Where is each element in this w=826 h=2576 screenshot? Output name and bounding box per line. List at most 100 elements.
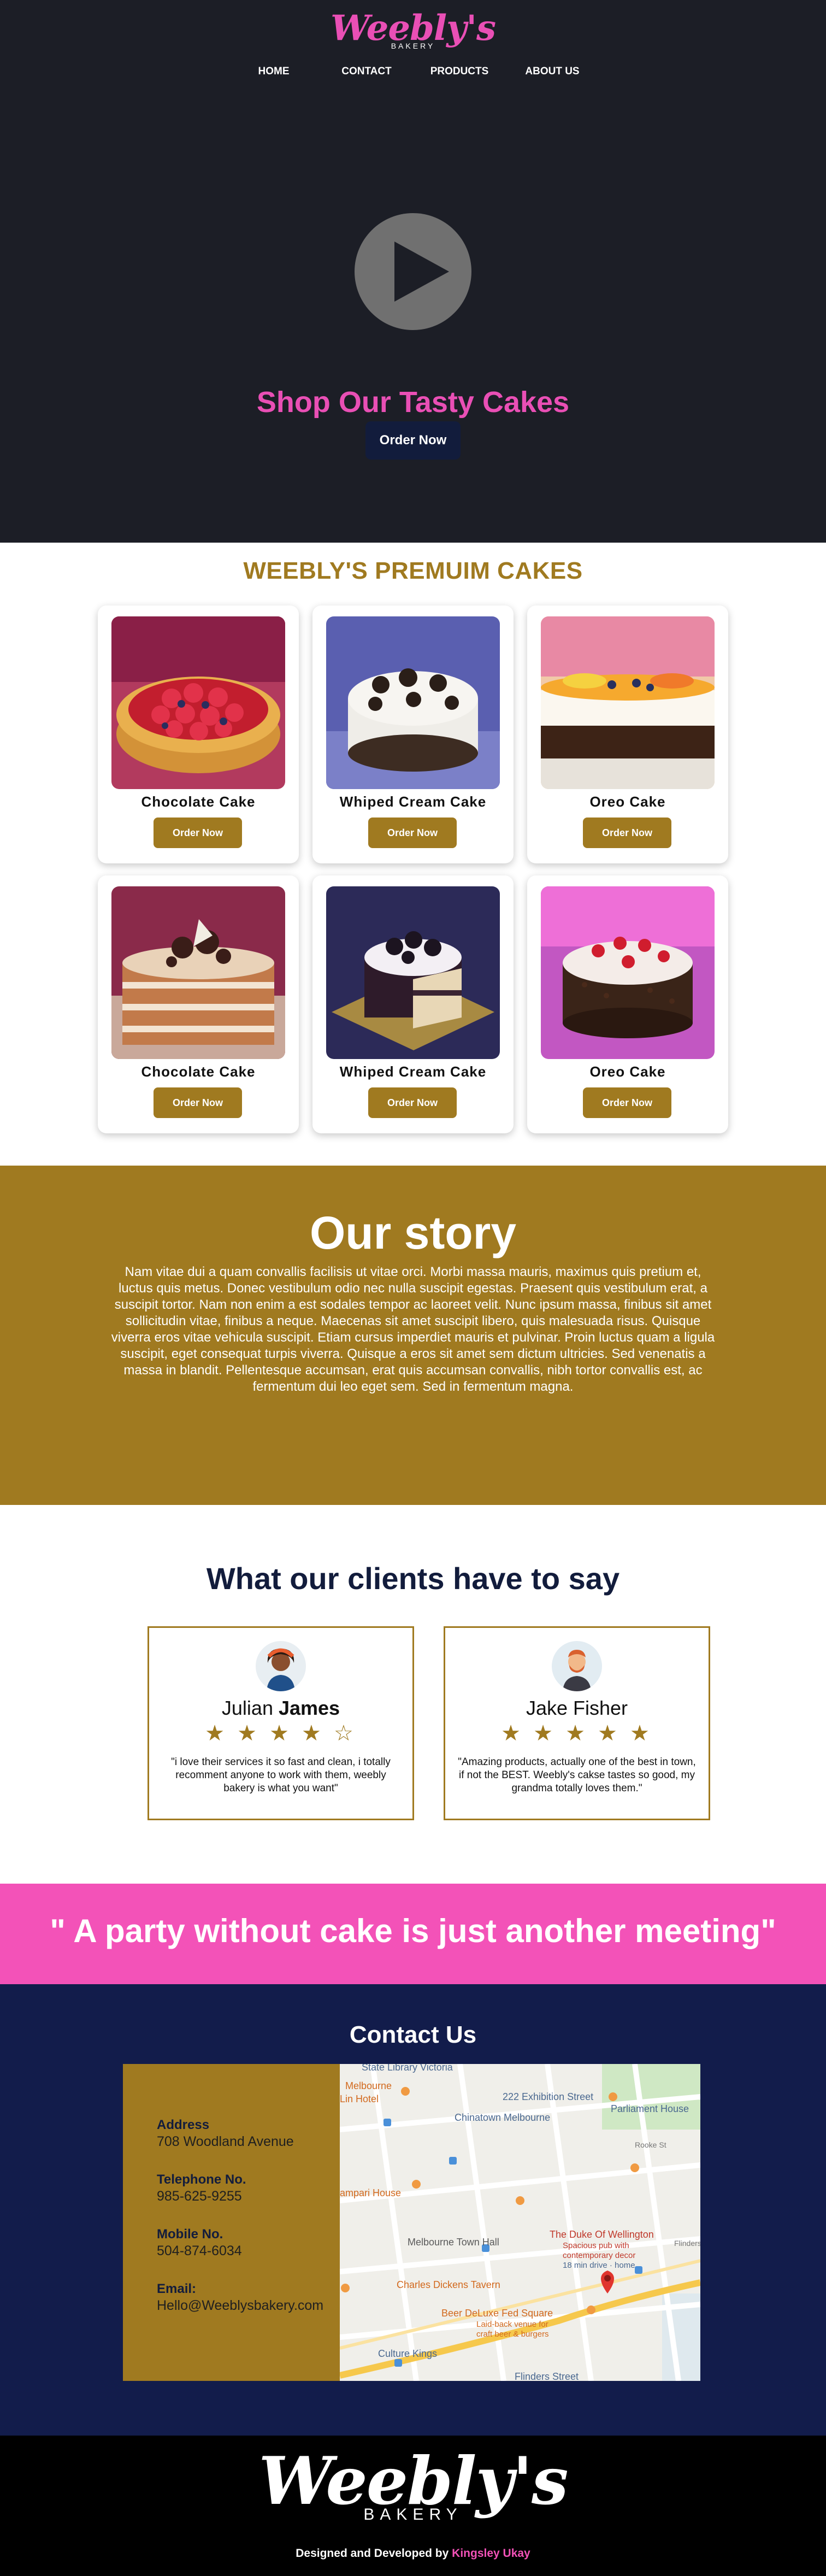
- map-label: craft beer & burgers: [476, 2330, 549, 2339]
- hero-section: Weebly's BAKERY HOME CONTACT PRODUCTS AB…: [0, 0, 826, 543]
- cake-name: Oreo Cake: [589, 793, 666, 810]
- map-label: Melbourne Town Hall: [408, 2237, 499, 2248]
- map-label: State Library Victoria: [362, 2064, 453, 2073]
- header-logo[interactable]: Weebly's BAKERY: [0, 10, 826, 51]
- map-label: Culture Kings: [378, 2348, 438, 2359]
- footer: Weebly's BAKERY Designed and Developed b…: [0, 2436, 826, 2576]
- cake-card: Oreo Cake Order Now: [527, 605, 728, 863]
- cake-image[interactable]: [111, 616, 285, 789]
- footer-logo-sub: BAKERY: [363, 2506, 463, 2524]
- testimonial-quote: "i love their services it so fast and cl…: [171, 1756, 391, 1794]
- cake-name: Whiped Cream Cake: [339, 1063, 487, 1080]
- address-value: 708 Woodland Avenue: [157, 2134, 294, 2149]
- testimonial-card: Julian James ★ ★ ★ ★ ☆ "i love their ser…: [148, 1626, 414, 1820]
- map-label: contemporary decor: [563, 2251, 636, 2260]
- cake-card: Chocolate Cake Order Now: [98, 875, 299, 1133]
- cake-order-now-button[interactable]: Order Now: [154, 1087, 242, 1118]
- credit-prefix: Designed and Developed by: [296, 2547, 449, 2560]
- location-map[interactable]: State Library Victoria Melbourne Lin Hot…: [340, 2064, 700, 2381]
- cake-name: Chocolate Cake: [141, 793, 256, 810]
- cakes-section: WEEBLY'S PREMUIM CAKES Chocolate Cake Or…: [0, 543, 826, 1166]
- map-label: 18 min drive · home: [563, 2261, 635, 2270]
- main-nav: HOME CONTACT PRODUCTS ABOUT US: [0, 66, 826, 78]
- credit-author[interactable]: Kingsley Ukay: [452, 2547, 530, 2560]
- nav-contact[interactable]: CONTACT: [320, 66, 413, 78]
- mobile-value[interactable]: 504-874-6034: [157, 2243, 242, 2259]
- nav-about-us[interactable]: ABOUT US: [506, 66, 599, 78]
- testimonials-section: What our clients have to say Julian Jame…: [0, 1505, 826, 1884]
- cake-card: Whiped Cream Cake Order Now: [312, 605, 514, 863]
- testimonial-name: Julian James: [149, 1697, 412, 1720]
- our-story-section: Our story Nam vitae dui a quam convallis…: [0, 1166, 826, 1505]
- testimonial-card: Jake Fisher ★ ★ ★ ★ ★ "Amazing products,…: [444, 1626, 710, 1820]
- cake-order-now-button[interactable]: Order Now: [368, 818, 457, 848]
- play-video-button[interactable]: [355, 213, 471, 330]
- email-label: Email:: [157, 2281, 197, 2296]
- story-text: Nam vitae dui a quam convallis facilisis…: [111, 1265, 715, 1394]
- cake-name: Chocolate Cake: [141, 1063, 256, 1080]
- map-label: Chinatown Melbourne: [455, 2112, 551, 2123]
- testimonial-quote: "Amazing products, actually one of the b…: [458, 1756, 696, 1794]
- telephone-label: Telephone No.: [157, 2172, 246, 2187]
- map-label: Spacious pub with: [563, 2241, 629, 2250]
- telephone-value[interactable]: 985-625-9255: [157, 2189, 246, 2204]
- cake-image[interactable]: [326, 616, 500, 789]
- contact-section: Contact Us Address 708 Woodland Avenue T…: [0, 1984, 826, 2436]
- map-label: Rooke St: [635, 2140, 666, 2149]
- contact-email: Email: Hello@Weeblysbakery.com: [157, 2281, 323, 2314]
- hero-title: Shop Our Tasty Cakes: [256, 386, 570, 419]
- cake-name: Whiped Cream Cake: [339, 793, 487, 810]
- testimonial-last-name: James: [278, 1697, 340, 1719]
- nav-home[interactable]: HOME: [227, 66, 320, 78]
- cake-order-now-button[interactable]: Order Now: [583, 1087, 671, 1118]
- cake-order-now-button[interactable]: Order Now: [154, 818, 242, 848]
- testimonial-last-name: Fisher: [573, 1697, 628, 1719]
- map-label: 222 Exhibition Street: [503, 2091, 594, 2102]
- cakes-section-title: WEEBLY'S PREMUIM CAKES: [243, 557, 583, 584]
- contact-title: Contact Us: [349, 2021, 477, 2048]
- testimonial-name: Jake Fisher: [445, 1697, 709, 1720]
- avatar: [552, 1641, 602, 1691]
- map-label: ampari House: [340, 2187, 402, 2198]
- avatar: [256, 1641, 306, 1691]
- map-label: Beer DeLuxe Fed Square: [441, 2308, 553, 2319]
- testimonials-title: What our clients have to say: [206, 1561, 620, 1596]
- cake-card: Oreo Cake Order Now: [527, 875, 728, 1133]
- play-icon: [394, 242, 449, 302]
- nav-products[interactable]: PRODUCTS: [413, 66, 506, 78]
- contact-telephone: Telephone No. 985-625-9255: [157, 2172, 246, 2204]
- cake-name: Oreo Cake: [589, 1063, 666, 1080]
- cake-order-now-button[interactable]: Order Now: [583, 818, 671, 848]
- map-label: Parliament House: [611, 2103, 689, 2114]
- address-label: Address: [157, 2118, 210, 2132]
- quote-text: " A party without cake is just another m…: [50, 1913, 776, 1949]
- testimonial-first-name: Jake: [526, 1697, 568, 1719]
- quote-banner: " A party without cake is just another m…: [0, 1884, 826, 1984]
- contact-info-panel: Address 708 Woodland Avenue Telephone No…: [123, 2064, 340, 2381]
- cake-image[interactable]: [326, 886, 500, 1059]
- cake-card: Whiped Cream Cake Order Now: [312, 875, 514, 1133]
- cake-image[interactable]: [541, 886, 715, 1059]
- logo-sub-text: BAKERY: [391, 42, 435, 50]
- footer-logo[interactable]: Weebly's BAKERY: [0, 2448, 826, 2524]
- star-rating: ★ ★ ★ ★ ☆: [205, 1721, 357, 1745]
- map-label: Laid-back venue for: [476, 2320, 548, 2329]
- email-value[interactable]: Hello@Weeblysbakery.com: [157, 2298, 323, 2314]
- map-label: Charles Dickens Tavern: [397, 2279, 500, 2290]
- map-label: Melbourne: [345, 2080, 392, 2091]
- cake-order-now-button[interactable]: Order Now: [368, 1087, 457, 1118]
- contact-mobile: Mobile No. 504-874-6034: [157, 2227, 242, 2259]
- map-label: The Duke Of Wellington: [550, 2229, 654, 2240]
- mobile-label: Mobile No.: [157, 2227, 223, 2242]
- map-label: Flinders Street: [515, 2371, 579, 2381]
- hero-order-now-button[interactable]: Order Now: [365, 421, 461, 460]
- cake-image[interactable]: [541, 616, 715, 789]
- testimonial-first-name: Julian: [221, 1697, 273, 1719]
- footer-credit: Designed and Developed by Kingsley Ukay: [0, 2547, 826, 2560]
- cake-image[interactable]: [111, 886, 285, 1059]
- star-rating: ★ ★ ★ ★ ★: [501, 1721, 653, 1745]
- contact-address: Address 708 Woodland Avenue: [157, 2118, 294, 2150]
- map-label: Lin Hotel: [340, 2093, 379, 2104]
- cake-card: Chocolate Cake Order Now: [98, 605, 299, 863]
- map-label: Flinders: [674, 2239, 700, 2248]
